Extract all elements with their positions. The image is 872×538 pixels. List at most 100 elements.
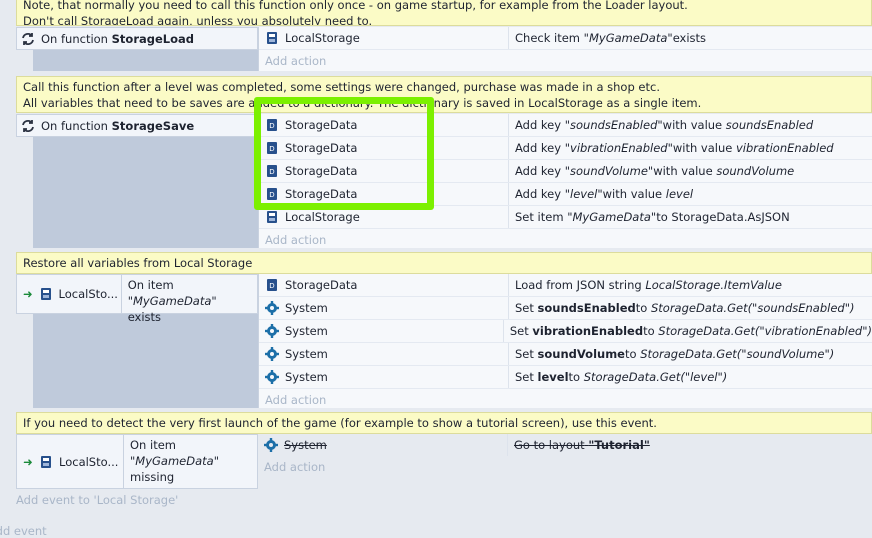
action-row[interactable]: System Set vibrationEnabled to StorageDa… — [259, 320, 872, 343]
condition-on-function-storage-save[interactable]: On function StorageSave — [16, 114, 258, 137]
localstorage-icon — [39, 455, 53, 469]
action-text: Set — [515, 370, 534, 384]
action-text: with value — [662, 118, 723, 132]
action-object: System — [285, 324, 328, 338]
action-row[interactable]: System Set level to StorageData.Get("lev… — [259, 366, 872, 389]
actions-first-launch: System Go to layout "Tutorial" Add actio… — [258, 434, 872, 480]
action-object: System — [285, 347, 328, 361]
action-object: StorageData — [285, 278, 358, 292]
action-text: to StorageData.AsJSON — [656, 210, 790, 224]
action-value: soundsEnabled — [725, 118, 814, 132]
action-value: vibrationEnabled — [736, 141, 834, 155]
action-value: LocalStorage.ItemValue — [645, 278, 782, 292]
condition-on-item-missing[interactable]: ➜ LocalSto... On item "MyGameData" missi… — [16, 434, 258, 489]
action-value: StorageData.Get("soundVolume") — [640, 347, 835, 361]
condition-on-function-storage-load[interactable]: On function StorageLoad — [16, 27, 258, 50]
add-event-link[interactable]: Add event to 'Local Storage' — [16, 493, 178, 507]
action-object: System — [285, 301, 328, 315]
action-text: with value — [602, 187, 663, 201]
action-object: LocalStorage — [285, 210, 360, 224]
action-key: "soundsEnabled" — [564, 118, 663, 132]
gear-icon — [265, 301, 279, 315]
localstorage-icon — [265, 31, 279, 45]
action-variable: level — [537, 370, 569, 384]
add-action-link[interactable]: Add action — [259, 50, 872, 72]
add-action-link[interactable]: Add action — [259, 229, 872, 251]
action-row[interactable]: LocalStorage Check item "MyGameData" exi… — [259, 27, 872, 50]
comment-startup-note[interactable]: Note, that normally you need to call thi… — [16, 0, 872, 26]
action-text: Go to layout — [514, 438, 585, 452]
action-value: StorageData.Get("soundsEnabled") — [650, 301, 855, 315]
arrow-right-icon: ➜ — [23, 454, 33, 469]
comment-line: Call this function after a level was com… — [23, 80, 660, 94]
function-name: StorageSave — [111, 119, 195, 133]
add-action-link[interactable]: Add action — [259, 389, 872, 411]
condition-prefix: On function — [41, 119, 108, 133]
action-text: Set — [515, 347, 534, 361]
comment-restore[interactable]: Restore all variables from Local Storage — [16, 252, 872, 274]
function-name: StorageLoad — [111, 32, 195, 46]
action-value: soundVolume — [716, 164, 795, 178]
action-object: System — [285, 370, 328, 384]
actions-restore: D StorageData Load from JSON string Local… — [258, 274, 872, 408]
action-layout-name: "Tutorial" — [588, 438, 650, 452]
gear-icon — [265, 347, 279, 361]
action-value: level — [665, 187, 694, 201]
function-loop-icon — [21, 32, 35, 46]
action-variable: vibrationEnabled — [532, 324, 644, 338]
comment-line: Don't call StorageLoad again, unless you… — [23, 14, 373, 26]
condition-arg: "MyGameData" — [130, 454, 220, 468]
condition-on-item-exists[interactable]: ➜ LocalSto... On item "MyGameData" exist… — [16, 274, 258, 324]
condition-text: missing — [130, 470, 175, 484]
localstorage-icon — [265, 210, 279, 224]
condition-object: LocalSto... — [58, 287, 118, 301]
action-text: Set — [515, 301, 534, 315]
action-text: Set item — [515, 210, 564, 224]
arrow-right-icon: ➜ — [22, 287, 33, 301]
condition-text: On item — [127, 278, 174, 292]
action-object: LocalStorage — [285, 31, 360, 45]
action-row[interactable]: System Set soundsEnabled to StorageData.… — [259, 297, 872, 320]
action-text: with value — [672, 141, 733, 155]
action-text: Add key — [515, 187, 562, 201]
action-text: with value — [653, 164, 713, 178]
action-text: to — [568, 370, 581, 384]
action-text: Load from JSON string — [515, 278, 642, 292]
condition-arg: "MyGameData" — [127, 294, 217, 308]
comment-storage-save[interactable]: Call this function after a level was com… — [16, 76, 872, 113]
condition-prefix: On function — [41, 32, 108, 46]
action-text: Add key — [515, 141, 562, 155]
dictionary-icon: D — [265, 278, 279, 292]
condition-object: LocalSto... — [59, 454, 119, 469]
action-key: "MyGameData" — [567, 210, 657, 224]
gear-icon — [265, 324, 279, 338]
comment-line: All variables that need to be saves are … — [23, 96, 702, 110]
action-key: "soundVolume" — [564, 164, 654, 178]
action-text: Check item — [515, 31, 581, 45]
add-event-bottom-link[interactable]: Add event — [0, 524, 47, 538]
action-value: StorageData.Get("level") — [583, 370, 728, 384]
condition-text: On item — [130, 438, 176, 452]
action-row[interactable]: D StorageData Load from JSON string Local… — [259, 274, 872, 297]
action-text: Add key — [515, 118, 562, 132]
add-action-link[interactable]: Add action — [258, 456, 872, 478]
comment-line: Restore all variables from Local Storage — [23, 256, 253, 270]
action-variable: soundsEnabled — [537, 301, 636, 315]
condition-text: exists — [127, 310, 162, 324]
svg-text:D: D — [269, 282, 274, 290]
action-key: "vibrationEnabled" — [564, 141, 673, 155]
localstorage-icon — [39, 287, 53, 301]
action-row[interactable]: System Set soundVolume to StorageData.Ge… — [259, 343, 872, 366]
highlight-box — [254, 97, 434, 210]
action-row-disabled[interactable]: System Go to layout "Tutorial" — [258, 434, 872, 456]
action-text: to — [643, 324, 655, 338]
comment-line: Note, that normally you need to call thi… — [23, 0, 688, 12]
action-text: to — [635, 301, 648, 315]
function-loop-icon — [21, 119, 35, 133]
action-text: Add key — [515, 164, 562, 178]
action-value: StorageData.Get("vibrationEnabled") — [658, 324, 872, 338]
action-variable: soundVolume — [537, 347, 625, 361]
action-text: to — [624, 347, 637, 361]
action-text: exists — [672, 31, 707, 45]
comment-first-launch[interactable]: If you need to detect the very first lau… — [16, 412, 872, 434]
